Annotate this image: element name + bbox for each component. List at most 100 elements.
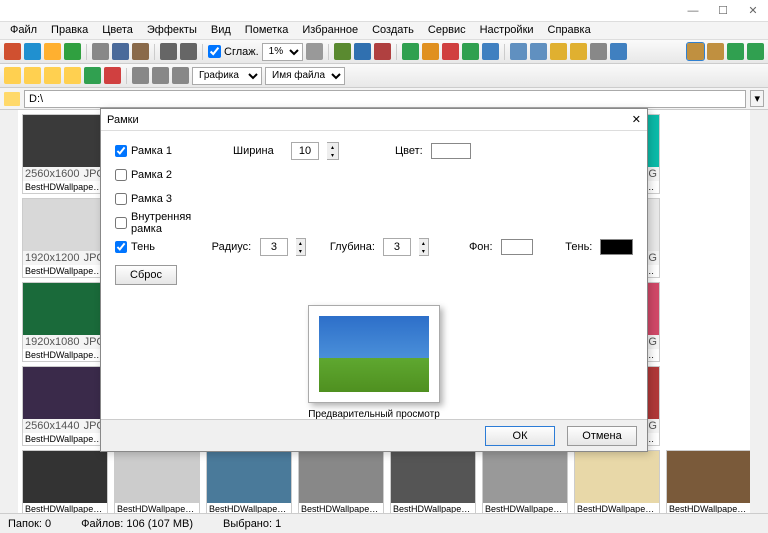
open-icon[interactable] [4,43,21,60]
tool3-icon[interactable] [374,43,391,60]
depth-spinner[interactable]: ▴▾ [419,238,429,256]
nav1-icon[interactable] [4,67,21,84]
list1-icon[interactable] [132,67,149,84]
width-label: Ширина [233,145,283,157]
filter-select[interactable]: Графика [192,67,262,85]
maximize-button[interactable]: ☐ [708,1,738,21]
thumbnail[interactable]: 1920x1200JPGBestHDWallpapersPa... [22,198,108,278]
menu-пометка[interactable]: Пометка [239,22,295,39]
nav4-icon[interactable] [64,67,81,84]
inner-frame-checkbox[interactable] [115,217,127,229]
sidebar-right [750,110,768,513]
menu-вид[interactable]: Вид [205,22,237,39]
misc1-icon[interactable] [510,43,527,60]
redo-icon[interactable] [180,43,197,60]
effect1-icon[interactable] [402,43,419,60]
dropdown-icon[interactable]: ▾ [750,90,764,107]
effect2-icon[interactable] [422,43,439,60]
menu-цвета[interactable]: Цвета [96,22,139,39]
status-selected: Выбрано: 1 [223,518,281,530]
frames-dialog: Рамки ✕ Рамка 1 Ширина ▴▾ Цвет: Рамка 2 … [100,108,648,452]
menu-настройки[interactable]: Настройки [474,22,540,39]
smooth-checkbox[interactable] [208,45,221,58]
dialog-title: Рамки [107,114,139,126]
thumbnail[interactable]: BestHDWallpapersPa... [574,450,660,513]
effect3-icon[interactable] [442,43,459,60]
radius-spinner[interactable]: ▴▾ [296,238,306,256]
slideshow-icon[interactable] [132,43,149,60]
toolbar-secondary: Графика Имя файла [0,64,768,88]
color-swatch[interactable] [431,143,471,159]
cancel-button[interactable]: Отмена [567,426,637,446]
bg-label: Фон: [469,241,493,253]
tool1-icon[interactable] [334,43,351,60]
frame2-checkbox[interactable] [115,169,127,181]
paste-icon[interactable] [64,43,81,60]
thumbnail[interactable]: 2560x1440JPGBestHDWallpapersPa... [22,366,108,446]
effect5-icon[interactable] [482,43,499,60]
nav3-icon[interactable] [44,67,61,84]
smooth-label: Сглаж. [224,46,259,58]
print-icon[interactable] [92,43,109,60]
thumbnail[interactable]: BestHDWallpapersPa... [114,450,200,513]
frame3-checkbox[interactable] [115,193,127,205]
zoom-select[interactable]: 1% [262,43,303,61]
misc5-icon[interactable] [590,43,607,60]
depth-input[interactable] [383,238,411,256]
frame1-checkbox[interactable] [115,145,127,157]
misc4-icon[interactable] [570,43,587,60]
reset-button[interactable]: Сброс [115,265,177,285]
list3-icon[interactable] [172,67,189,84]
thumbnail[interactable]: 2560x1600JPGBestHDWallpapersPa... [22,114,108,194]
list2-icon[interactable] [152,67,169,84]
misc6-icon[interactable] [610,43,627,60]
thumbnail[interactable]: BestHDWallpapersPa... [298,450,384,513]
view1-icon[interactable] [687,43,704,60]
folder-icon [4,92,20,106]
zoom-icon[interactable] [306,43,323,60]
menu-справка[interactable]: Справка [542,22,597,39]
minimize-button[interactable]: — [678,1,708,21]
scan-icon[interactable] [112,43,129,60]
thumbnail[interactable]: 1920x1080JPGBestHDWallpapersPa... [22,282,108,362]
width-input[interactable] [291,142,319,160]
dialog-close-icon[interactable]: ✕ [632,113,641,126]
view4-icon[interactable] [747,43,764,60]
shadow-swatch[interactable] [600,239,633,255]
width-spinner[interactable]: ▴▾ [327,142,339,160]
view3-icon[interactable] [727,43,744,60]
tool2-icon[interactable] [354,43,371,60]
thumbnail[interactable]: BestHDWallpapersPa... [206,450,292,513]
view2-icon[interactable] [707,43,724,60]
save-icon[interactable] [24,43,41,60]
menu-избранное[interactable]: Избранное [296,22,364,39]
thumbnail[interactable]: BestHDWallpapersPa... [22,450,108,513]
radius-input[interactable] [260,238,288,256]
color-label: Цвет: [395,145,423,157]
menu-сервис[interactable]: Сервис [422,22,472,39]
ok-button[interactable]: ОК [485,426,555,446]
menu-файл[interactable]: Файл [4,22,43,39]
sort-select[interactable]: Имя файла [265,67,345,85]
status-folders: Папок: 0 [8,518,51,530]
close-button[interactable]: ✕ [738,1,768,21]
menu-эффекты[interactable]: Эффекты [141,22,203,39]
delete-icon[interactable] [104,67,121,84]
shadow-color-label: Тень: [565,241,592,253]
nav2-icon[interactable] [24,67,41,84]
preview-box [308,305,440,403]
menu-создать[interactable]: Создать [366,22,420,39]
thumbnail[interactable]: BestHDWallpapersPa... [390,450,476,513]
thumbnail[interactable]: BestHDWallpapersPa... [666,450,750,513]
misc2-icon[interactable] [530,43,547,60]
refresh-icon[interactable] [84,67,101,84]
copy-icon[interactable] [44,43,61,60]
misc3-icon[interactable] [550,43,567,60]
shadow-checkbox[interactable] [115,241,127,253]
thumbnail[interactable]: BestHDWallpapersPa... [482,450,568,513]
bg-swatch[interactable] [501,239,534,255]
path-input[interactable] [24,90,746,108]
undo-icon[interactable] [160,43,177,60]
effect4-icon[interactable] [462,43,479,60]
menu-правка[interactable]: Правка [45,22,94,39]
